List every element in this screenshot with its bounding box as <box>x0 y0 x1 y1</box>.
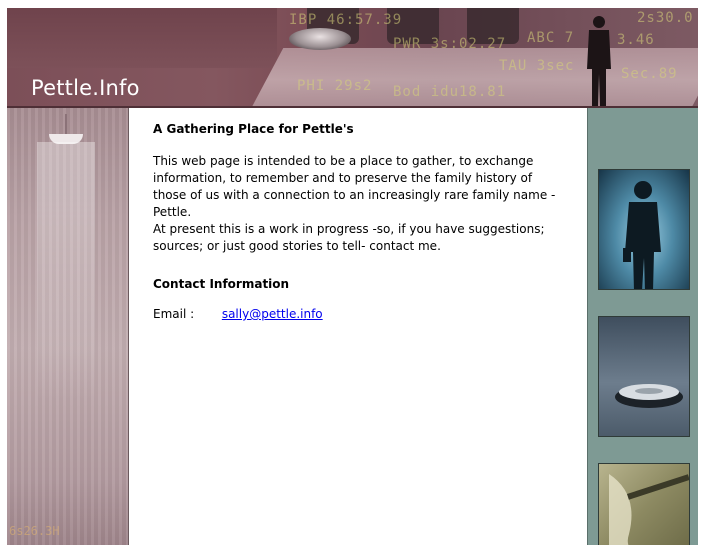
intro-text: This web page is intended to be a place … <box>153 154 556 219</box>
ticker-text: 2s30.0 <box>637 10 694 26</box>
ticker-text: Sec.89 <box>621 66 678 82</box>
progress-text: At present this is a work in progress -s… <box>153 222 545 253</box>
site-title[interactable]: Pettle.Info <box>31 76 140 100</box>
intro-paragraph: This web page is intended to be a place … <box>153 153 565 255</box>
ticker-text: PHI 29s2 <box>297 78 373 94</box>
businessman-silhouette-icon <box>623 181 661 289</box>
conference-phone-photo <box>598 316 690 437</box>
conference-phone-image <box>289 28 351 50</box>
ticker-text: Bod idu18.81 <box>393 84 507 100</box>
ticker-text: PWR 3s:02.27 <box>393 36 507 52</box>
pen-hand-icon <box>609 474 689 545</box>
ticker-text: ABC 7 <box>527 30 575 46</box>
lamp-light-beam <box>37 142 95 402</box>
page-frame: IBP 46:57.39 PWR 3s:02.27 ABC 7 2s30.0 3… <box>7 8 698 545</box>
hand-writing-photo <box>598 463 690 545</box>
ticker-text: TAU 3sec <box>499 58 575 74</box>
header-banner: IBP 46:57.39 PWR 3s:02.27 ABC 7 2s30.0 3… <box>7 8 698 108</box>
email-link[interactable]: sally@pettle.info <box>222 307 323 321</box>
right-sidebar <box>587 108 698 545</box>
lamp-cord <box>65 114 67 134</box>
businessman-silhouette-image <box>587 16 611 108</box>
main-content: A Gathering Place for Pettle's This web … <box>130 108 587 545</box>
banner-shadow <box>7 8 277 68</box>
ticker-text: 3.46 <box>617 32 655 48</box>
email-label: Email : <box>153 307 195 321</box>
businessman-photo <box>598 169 690 290</box>
conference-phone-icon <box>615 384 683 408</box>
page-heading: A Gathering Place for Pettle's <box>153 122 354 136</box>
ticker-text: IBP 46:57.39 <box>289 12 403 28</box>
ticker-text: 6s26.3H <box>9 524 60 538</box>
left-sidebar-image: 6s26.3H <box>7 108 129 545</box>
email-row: Email : sally@pettle.info <box>153 307 323 321</box>
contact-heading: Contact Information <box>153 277 290 291</box>
